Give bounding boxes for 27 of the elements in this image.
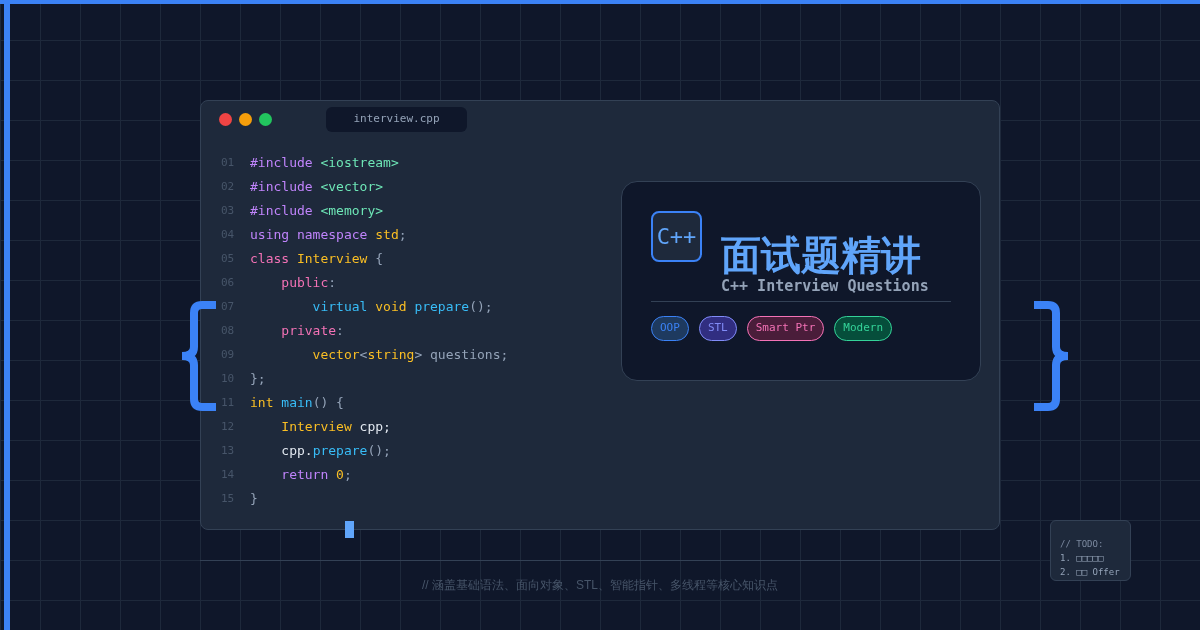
card-title: 面试题精讲 [721,232,921,278]
note-item: 1. □□□□□ [1060,552,1105,565]
topic-tag: Smart Ptr [746,316,825,341]
card-subtitle: C++ Interview Questions [721,276,929,297]
topic-tag: Modern [834,316,893,341]
code-line: private: [280,322,344,341]
code-line: using namespace std; [250,226,407,245]
code-line: #include <iostream> [250,154,399,173]
file-tab[interactable]: interview.cpp [326,106,467,132]
code-line: vector<string> questions; [311,346,509,365]
code-line: Interview cpp; [280,418,391,437]
code-line: } [250,490,258,509]
note-item: 2. □□ Offer [1060,566,1121,579]
code-line: public: [280,274,337,293]
cpp-logo: C++ [651,211,702,262]
code-line: int main() { [250,394,344,413]
code-line: }; [250,370,266,389]
code-line: return 0; [280,466,352,485]
code-line: virtual void prepare(); [311,298,493,317]
note-heading: // TODO: [1060,538,1105,551]
text-cursor [345,521,354,538]
code-line: class Interview { [250,250,384,269]
topic-tag: OOP [651,316,689,341]
code-line: #include <memory> [250,202,384,221]
topic-tag: STL [698,316,737,341]
code-line: cpp.prepare(); [280,442,391,461]
code-line: #include <vector> [250,178,384,197]
